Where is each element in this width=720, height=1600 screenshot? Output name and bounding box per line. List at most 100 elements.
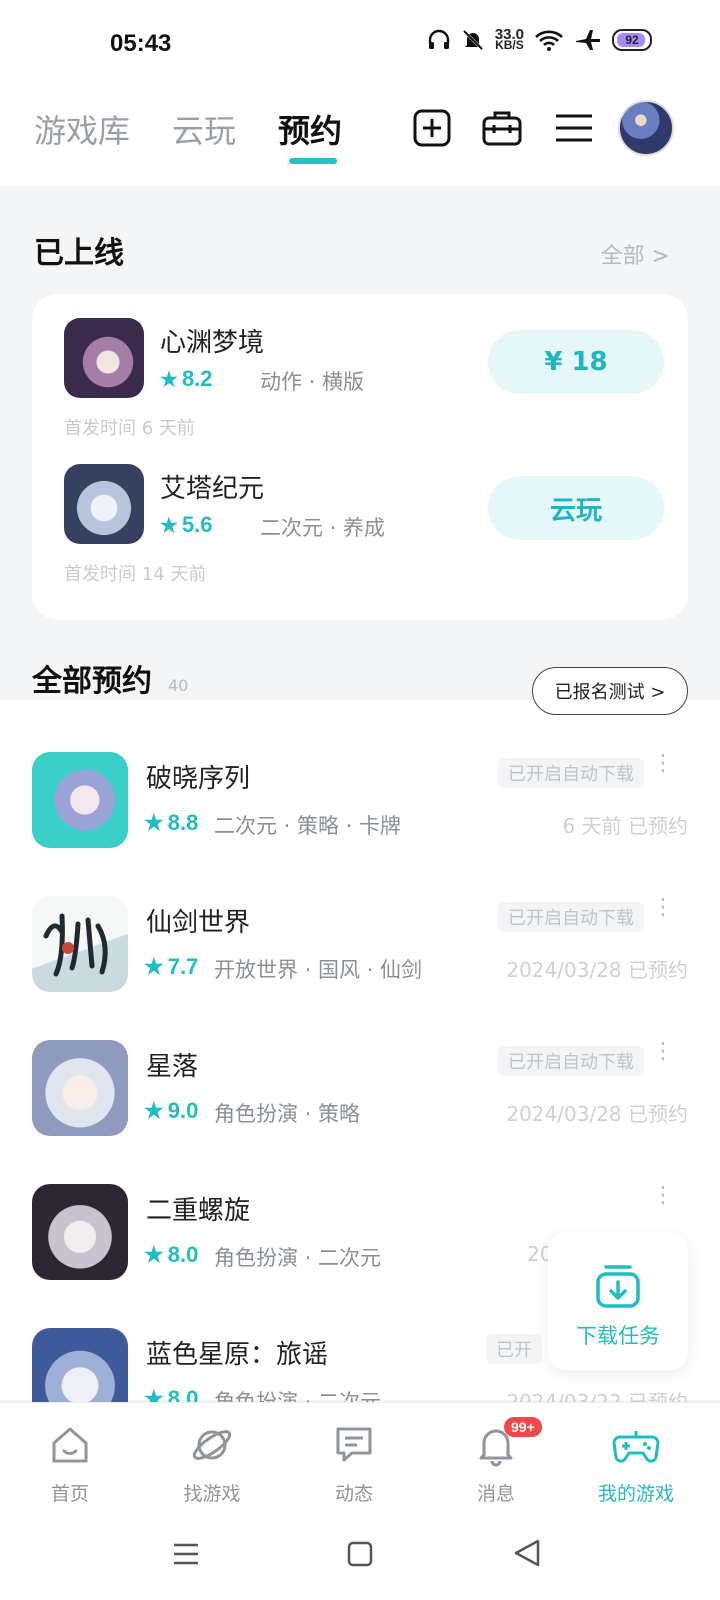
more-options-icon[interactable]: ⋮ [652,753,674,775]
game-name: 心渊梦境 [160,328,265,358]
tab-reservations[interactable]: 预约 [278,106,342,152]
nav-messages-label: 消息 [476,1483,515,1505]
star-icon: ★ [144,810,164,835]
net-speed: 33.0 KB/S [494,26,524,52]
nav-my-games-label: 我的游戏 [597,1483,674,1505]
more-options-icon[interactable]: ⋮ [652,897,674,919]
game-icon-lanse [32,1328,128,1402]
release-time: 首发时间 14 天前 [64,564,207,585]
auto-download-badge: 已开启自动下载 [498,902,644,932]
game-name: 二重螺旋 [146,1196,251,1226]
game-tags: 二次元 · 养成 [260,516,386,540]
online-game-item[interactable]: 艾塔纪元 ★ 5.6 二次元 · 养成 首发时间 14 天前 云玩 [64,464,664,585]
top-navigation: 游戏库 云玩 预约 [0,90,720,186]
tab-cloud-play[interactable]: 云玩 [172,106,236,152]
online-game-item[interactable]: 心渊梦境 ★ 8.2 动作 · 横版 首发时间 6 天前 ¥ 18 [64,318,664,439]
wifi-icon [535,30,563,51]
auto-download-badge: 已开启自动下载 [498,1046,644,1076]
more-options-icon[interactable]: ⋮ [652,1185,674,1207]
back-icon[interactable] [512,1538,542,1568]
game-icon-erchong [32,1184,128,1280]
home-icon [52,1427,88,1463]
home-button-icon[interactable] [346,1540,374,1568]
game-name: 破晓序列 [146,764,251,794]
see-all-link[interactable]: 全部 > [601,238,670,270]
game-rating: ★ 8.0 [144,1386,198,1402]
star-icon: ★ [160,514,178,537]
status-bar: 05:43 33.0 KB/S 92 [0,0,720,90]
game-rating: ★ 8.8 [144,810,199,835]
online-section-title: 已上线 [34,236,124,271]
nav-feed[interactable]: 动态 [294,1423,414,1506]
nav-find-games[interactable]: 找游戏 [152,1423,272,1506]
menu-icon[interactable] [554,108,594,148]
reservation-item[interactable]: 仙剑世界 ★ 7.7 开放世界 · 国风 · 仙剑 已开启自动下载 ⋮ 2024/… [32,896,688,996]
buy-button[interactable]: ¥ 18 [488,330,664,394]
star-icon: ★ [144,1242,164,1267]
nav-home-label: 首页 [50,1483,89,1505]
game-icon-xianjian [32,896,128,992]
signed-up-test-button[interactable]: 已报名测试 > [532,667,688,715]
game-tags: 角色扮演 · 策略 [214,1102,361,1126]
game-name: 星落 [146,1052,199,1082]
game-icon-poxiao [32,752,128,848]
game-tags: 二次元 · 策略 · 卡牌 [214,814,402,838]
game-tags: 角色扮演 · 二次元 [214,1390,382,1402]
star-icon: ★ [144,954,164,979]
game-icon-aita [64,464,144,544]
mute-bell-icon [462,29,483,51]
reserved-date: 2024/03/28 已预约 [506,1102,688,1126]
gamepad-icon [612,1431,660,1463]
game-tags: 动作 · 横版 [260,370,365,394]
chat-icon [336,1427,372,1462]
game-rating: ★ 8.0 [144,1242,199,1267]
user-avatar[interactable] [618,100,674,156]
nav-my-games[interactable]: 我的游戏 [576,1423,696,1506]
release-time: 首发时间 6 天前 [64,418,195,439]
status-icons: 33.0 KB/S 92 [427,26,652,52]
add-icon[interactable] [412,108,452,148]
game-rating: ★ 5.6 [160,512,213,537]
reservation-item[interactable]: 破晓序列 ★ 8.8 二次元 · 策略 · 卡牌 已开启自动下载 ⋮ 6 天前 已… [32,752,688,852]
tab-game-library[interactable]: 游戏库 [34,106,130,152]
reservation-section-title: 全部预约 [32,664,152,699]
nav-find-games-label: 找游戏 [183,1483,241,1505]
planet-icon [192,1430,232,1460]
active-tab-indicator [289,158,337,164]
bottom-navigation: 首页 找游戏 动态 99+ 消息 我的游戏 [0,1402,720,1514]
game-rating: ★ 8.2 [160,366,213,391]
star-icon: ★ [144,1386,164,1402]
game-icon-xinyuan [64,318,144,398]
reserved-date: 2024/03/28 已预约 [506,958,688,982]
download-tasks-label: 下载任务 [576,1324,660,1348]
download-tasks-button[interactable]: 下载任务 [548,1232,688,1370]
game-tags: 开放世界 · 国风 · 仙剑 [214,958,423,982]
nav-home[interactable]: 首页 [10,1423,130,1506]
online-games-card: 心渊梦境 ★ 8.2 动作 · 横版 首发时间 6 天前 ¥ 18 艾塔纪元 ★ 5… [32,294,688,620]
auto-download-badge: 已开 [486,1334,542,1364]
system-navigation-bar [0,1514,720,1600]
game-name: 蓝色星原：旅谣 [146,1340,329,1370]
nav-messages[interactable]: 99+ 消息 [436,1417,556,1506]
airplane-icon [576,30,600,50]
reserved-date: 6 天前 已预约 [562,814,688,838]
reservation-count: 40 [168,676,189,695]
recent-apps-icon[interactable] [172,1540,200,1568]
game-rating: ★ 9.0 [144,1098,199,1123]
more-options-icon[interactable]: ⋮ [652,1041,674,1063]
battery-indicator: 92 [612,29,652,51]
game-rating: ★ 7.7 [144,954,199,979]
headphones-icon [428,29,449,49]
game-name: 仙剑世界 [146,908,251,938]
cloud-play-button[interactable]: 云玩 [488,476,664,540]
star-icon: ★ [160,368,178,391]
reserved-date: 2024/03/22 已预约 [506,1390,688,1402]
game-icon-xingluo [32,1040,128,1136]
download-icon [596,1265,640,1308]
game-name: 艾塔纪元 [160,474,265,504]
clock: 05:43 [110,30,172,57]
reservation-item[interactable]: 星落 ★ 9.0 角色扮演 · 策略 已开启自动下载 ⋮ 2024/03/28 已… [32,1040,688,1140]
game-tags: 角色扮演 · 二次元 [214,1246,382,1270]
toolbox-icon[interactable] [482,108,522,148]
nav-feed-label: 动态 [334,1483,373,1505]
